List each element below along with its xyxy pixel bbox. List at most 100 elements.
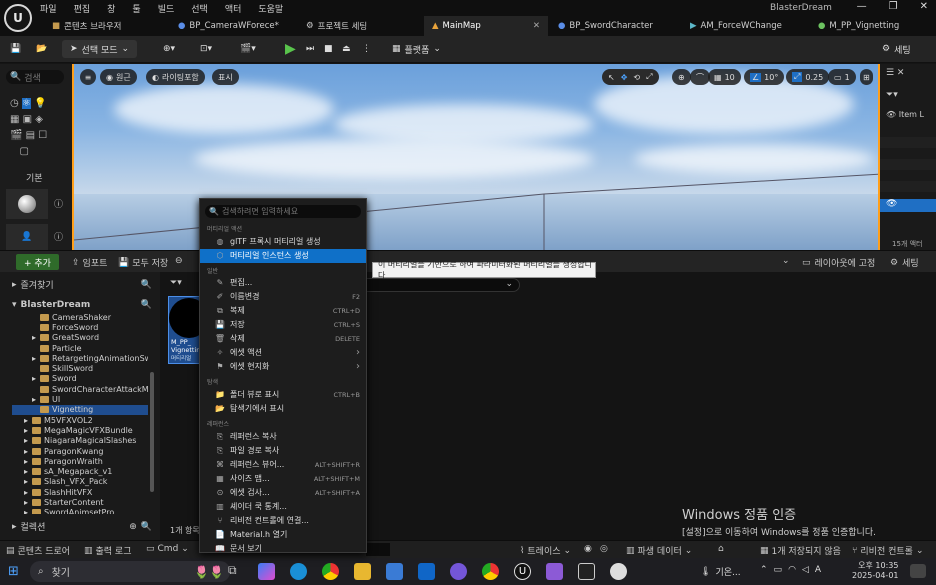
folder-tree-item[interactable]: ▸ Sword (12, 374, 148, 384)
character-actor-thumbnail[interactable]: 👤 (6, 224, 48, 250)
viewport-layout-icon[interactable]: ⊞ (860, 69, 873, 85)
play-icon[interactable]: ▶ (285, 40, 296, 58)
menu-item-delete[interactable]: 🗑 삭제 DELETE (200, 332, 366, 346)
menu-build[interactable]: 빌드 (158, 2, 175, 15)
expand-arrow-icon[interactable]: ▸ (32, 333, 40, 342)
expand-arrow-icon[interactable]: ▸ (24, 457, 32, 466)
collections-header[interactable]: ▸ 컬렉션 ⊕ 🔍 (12, 520, 152, 534)
save-icon[interactable]: 💾 (10, 40, 21, 58)
windows-start-icon[interactable]: ⊞ (8, 564, 19, 579)
ime-indicator[interactable]: A (815, 565, 821, 575)
transform-tools[interactable]: ↖ ✥ ⟲ ⤢ (602, 69, 659, 85)
menu-item-explorer[interactable]: 📂 탐색기에서 표시 (200, 402, 366, 416)
tab-am-force[interactable]: ▶ AM_ForceWChange (682, 16, 810, 36)
menu-item-source-control[interactable]: ⑂ 리비전 컨트롤에 연결... (200, 514, 366, 528)
close-tab-icon[interactable]: ✕ (533, 21, 540, 31)
menu-item-copy-reference[interactable]: ⎘ 레퍼런스 복사 (200, 430, 366, 444)
menu-file[interactable]: 파일 (40, 2, 57, 15)
add-actor-icon[interactable]: ⊕▾ (163, 40, 175, 58)
tree-scrollbar[interactable] (150, 372, 154, 492)
unsaved-assets-button[interactable]: ▦ 1개 저장되지 않음 (760, 544, 841, 558)
select-mode-dropdown[interactable]: ➤ 선택 모드 ⌄ (62, 40, 138, 58)
menu-edit[interactable]: 편집 (74, 2, 91, 15)
unreal-taskbar-icon[interactable]: U (514, 563, 531, 580)
expand-arrow-icon[interactable]: ▸ (24, 498, 32, 507)
menu-item-asset-actions[interactable]: ✧ 에셋 액션 › (200, 346, 366, 360)
outlook-icon[interactable] (418, 563, 435, 580)
folder-tree-item[interactable]: ▸ SlashHitVFX (12, 487, 148, 497)
rotate-tool-icon[interactable]: ⟲ (633, 73, 640, 82)
revision-control-button[interactable]: ⑂ 리비전 컨트롤 ⌄ (852, 544, 924, 558)
output-log-button[interactable]: ▥ 출력 로그 (84, 544, 132, 558)
menu-item-edit[interactable]: ✎ 편집... (200, 276, 366, 290)
context-search-input[interactable]: 🔍 검색하려면 입력하세요 (205, 205, 361, 218)
network-icon[interactable]: ▭ (774, 565, 783, 575)
menu-item-audit[interactable]: ⊙ 에셋 검사... ALT+SHIFT+A (200, 486, 366, 500)
folder-tree-item[interactable]: CameraShaker (12, 312, 148, 322)
folder-tree-item[interactable]: ▸ MegaMagicVFXBundle (12, 425, 148, 435)
actor-category-icons[interactable]: ◷ ⚛ 💡 ▦ ▣ ◈ 🎬 ▤ ☐ ▢ (10, 96, 66, 157)
edge-icon[interactable] (290, 563, 307, 580)
cmd-dropdown[interactable]: ▭ Cmd ⌄ (146, 544, 189, 554)
chevron-down-icon[interactable]: ⌄ (782, 256, 790, 266)
notification-icon[interactable] (910, 564, 926, 578)
folder-tree-item[interactable]: SwordCharacterAttackMo (12, 384, 148, 394)
discord-icon[interactable] (450, 563, 467, 580)
menu-item-material-instance[interactable]: ⬡ 머티리얼 인스턴스 생성 (200, 249, 366, 263)
menu-item-docs[interactable]: 📖 문서 보기 (200, 542, 366, 556)
menu-item-folder-view[interactable]: 📁 폴더 뷰로 표시 CTRL+B (200, 388, 366, 402)
menu-help[interactable]: 도움말 (258, 2, 283, 15)
outliner-menu-icon[interactable]: ☰ ✕ (886, 68, 904, 78)
menu-select[interactable]: 선택 (191, 2, 208, 15)
world-space-icon[interactable]: ⊕ (672, 69, 691, 85)
menu-item-open-header[interactable]: 📄 Material.h 열기 (200, 528, 366, 542)
scale-tool-icon[interactable]: ⤢ (646, 72, 652, 82)
trace-button[interactable]: ⌇ 트레이스 ⌄ (520, 544, 571, 558)
viewport-menu-icon[interactable]: ≡ (80, 69, 96, 85)
expand-arrow-icon[interactable]: ▸ (32, 395, 40, 404)
chevron-up-icon[interactable]: ⌃ (760, 565, 768, 575)
epic-games-icon[interactable] (578, 563, 595, 580)
folder-tree-item[interactable]: SkillSword (12, 363, 148, 373)
menu-tools[interactable]: 툴 (132, 2, 140, 15)
menu-window[interactable]: 창 (107, 2, 115, 15)
folder-tree-item[interactable]: ▸ ParagonWraith (12, 456, 148, 466)
menu-item-copy-path[interactable]: ⎘ 파일 경로 복사 (200, 444, 366, 458)
filter-icon[interactable]: ⏷▾ (886, 90, 898, 100)
settings-button[interactable]: ⚙ 세팅 (882, 40, 911, 58)
folder-tree-item[interactable]: ▸ NiagaraMagicalSlashes (12, 436, 148, 446)
folder-tree-item[interactable]: Particle (12, 343, 148, 353)
folder-tree-item[interactable]: ▸ UI (12, 394, 148, 404)
select-tool-icon[interactable]: ↖ (608, 73, 615, 82)
folder-tree-item[interactable]: ▸ ParagonKwang (12, 446, 148, 456)
store-icon[interactable] (386, 563, 403, 580)
visual-studio-icon[interactable] (546, 563, 563, 580)
outliner-rows[interactable] (880, 126, 936, 206)
menu-item-gltf[interactable]: ◍ glTF 프록시 머티리얼 생성 (200, 235, 366, 249)
expand-arrow-icon[interactable]: ▸ (24, 477, 32, 486)
lighting-mode-button[interactable]: ◐ 라이팅포함 (146, 69, 205, 85)
expand-arrow-icon[interactable]: ▸ (24, 488, 32, 497)
search-icon[interactable]: 🔍 (141, 522, 152, 532)
tab-m-pp-vignetting[interactable]: ● M_PP_Vignetting (810, 16, 936, 36)
folder-tree[interactable]: CameraShaker ForceSword ▸ GreatSword Particl… (12, 312, 148, 514)
expand-arrow-icon[interactable]: ▸ (24, 426, 32, 435)
info-icon[interactable]: ⓘ (54, 230, 63, 243)
move-tool-icon[interactable]: ✥ (621, 73, 628, 82)
folder-tree-item[interactable]: ▸ StarterContent (12, 497, 148, 507)
blueprint-menu-icon[interactable]: ⊡▾ (200, 40, 212, 58)
folder-tree-item[interactable]: ForceSword (12, 322, 148, 332)
menu-item-duplicate[interactable]: ⧉ 복제 CTRL+D (200, 304, 366, 318)
search-icon[interactable]: 🔍 (141, 280, 152, 290)
history-back-icon[interactable]: ⊖ (175, 256, 183, 266)
wifi-icon[interactable]: ◠ (788, 565, 796, 575)
show-flags-button[interactable]: 표시 (212, 69, 239, 85)
grid-snap-button[interactable]: ▦ 10 (708, 69, 741, 85)
filter-icon[interactable]: ⏷▾ (170, 278, 182, 288)
console-input[interactable] (366, 543, 390, 556)
favorites-header[interactable]: ▸ 즐겨찾기 🔍 (12, 278, 152, 292)
chrome-icon[interactable] (322, 563, 339, 580)
scale-snap-button[interactable]: ⤢ 0.25 (786, 69, 830, 85)
save-all-button[interactable]: 💾 모두 저장 (118, 256, 168, 270)
menu-item-localize[interactable]: ⚑ 에셋 현지화 › (200, 360, 366, 374)
